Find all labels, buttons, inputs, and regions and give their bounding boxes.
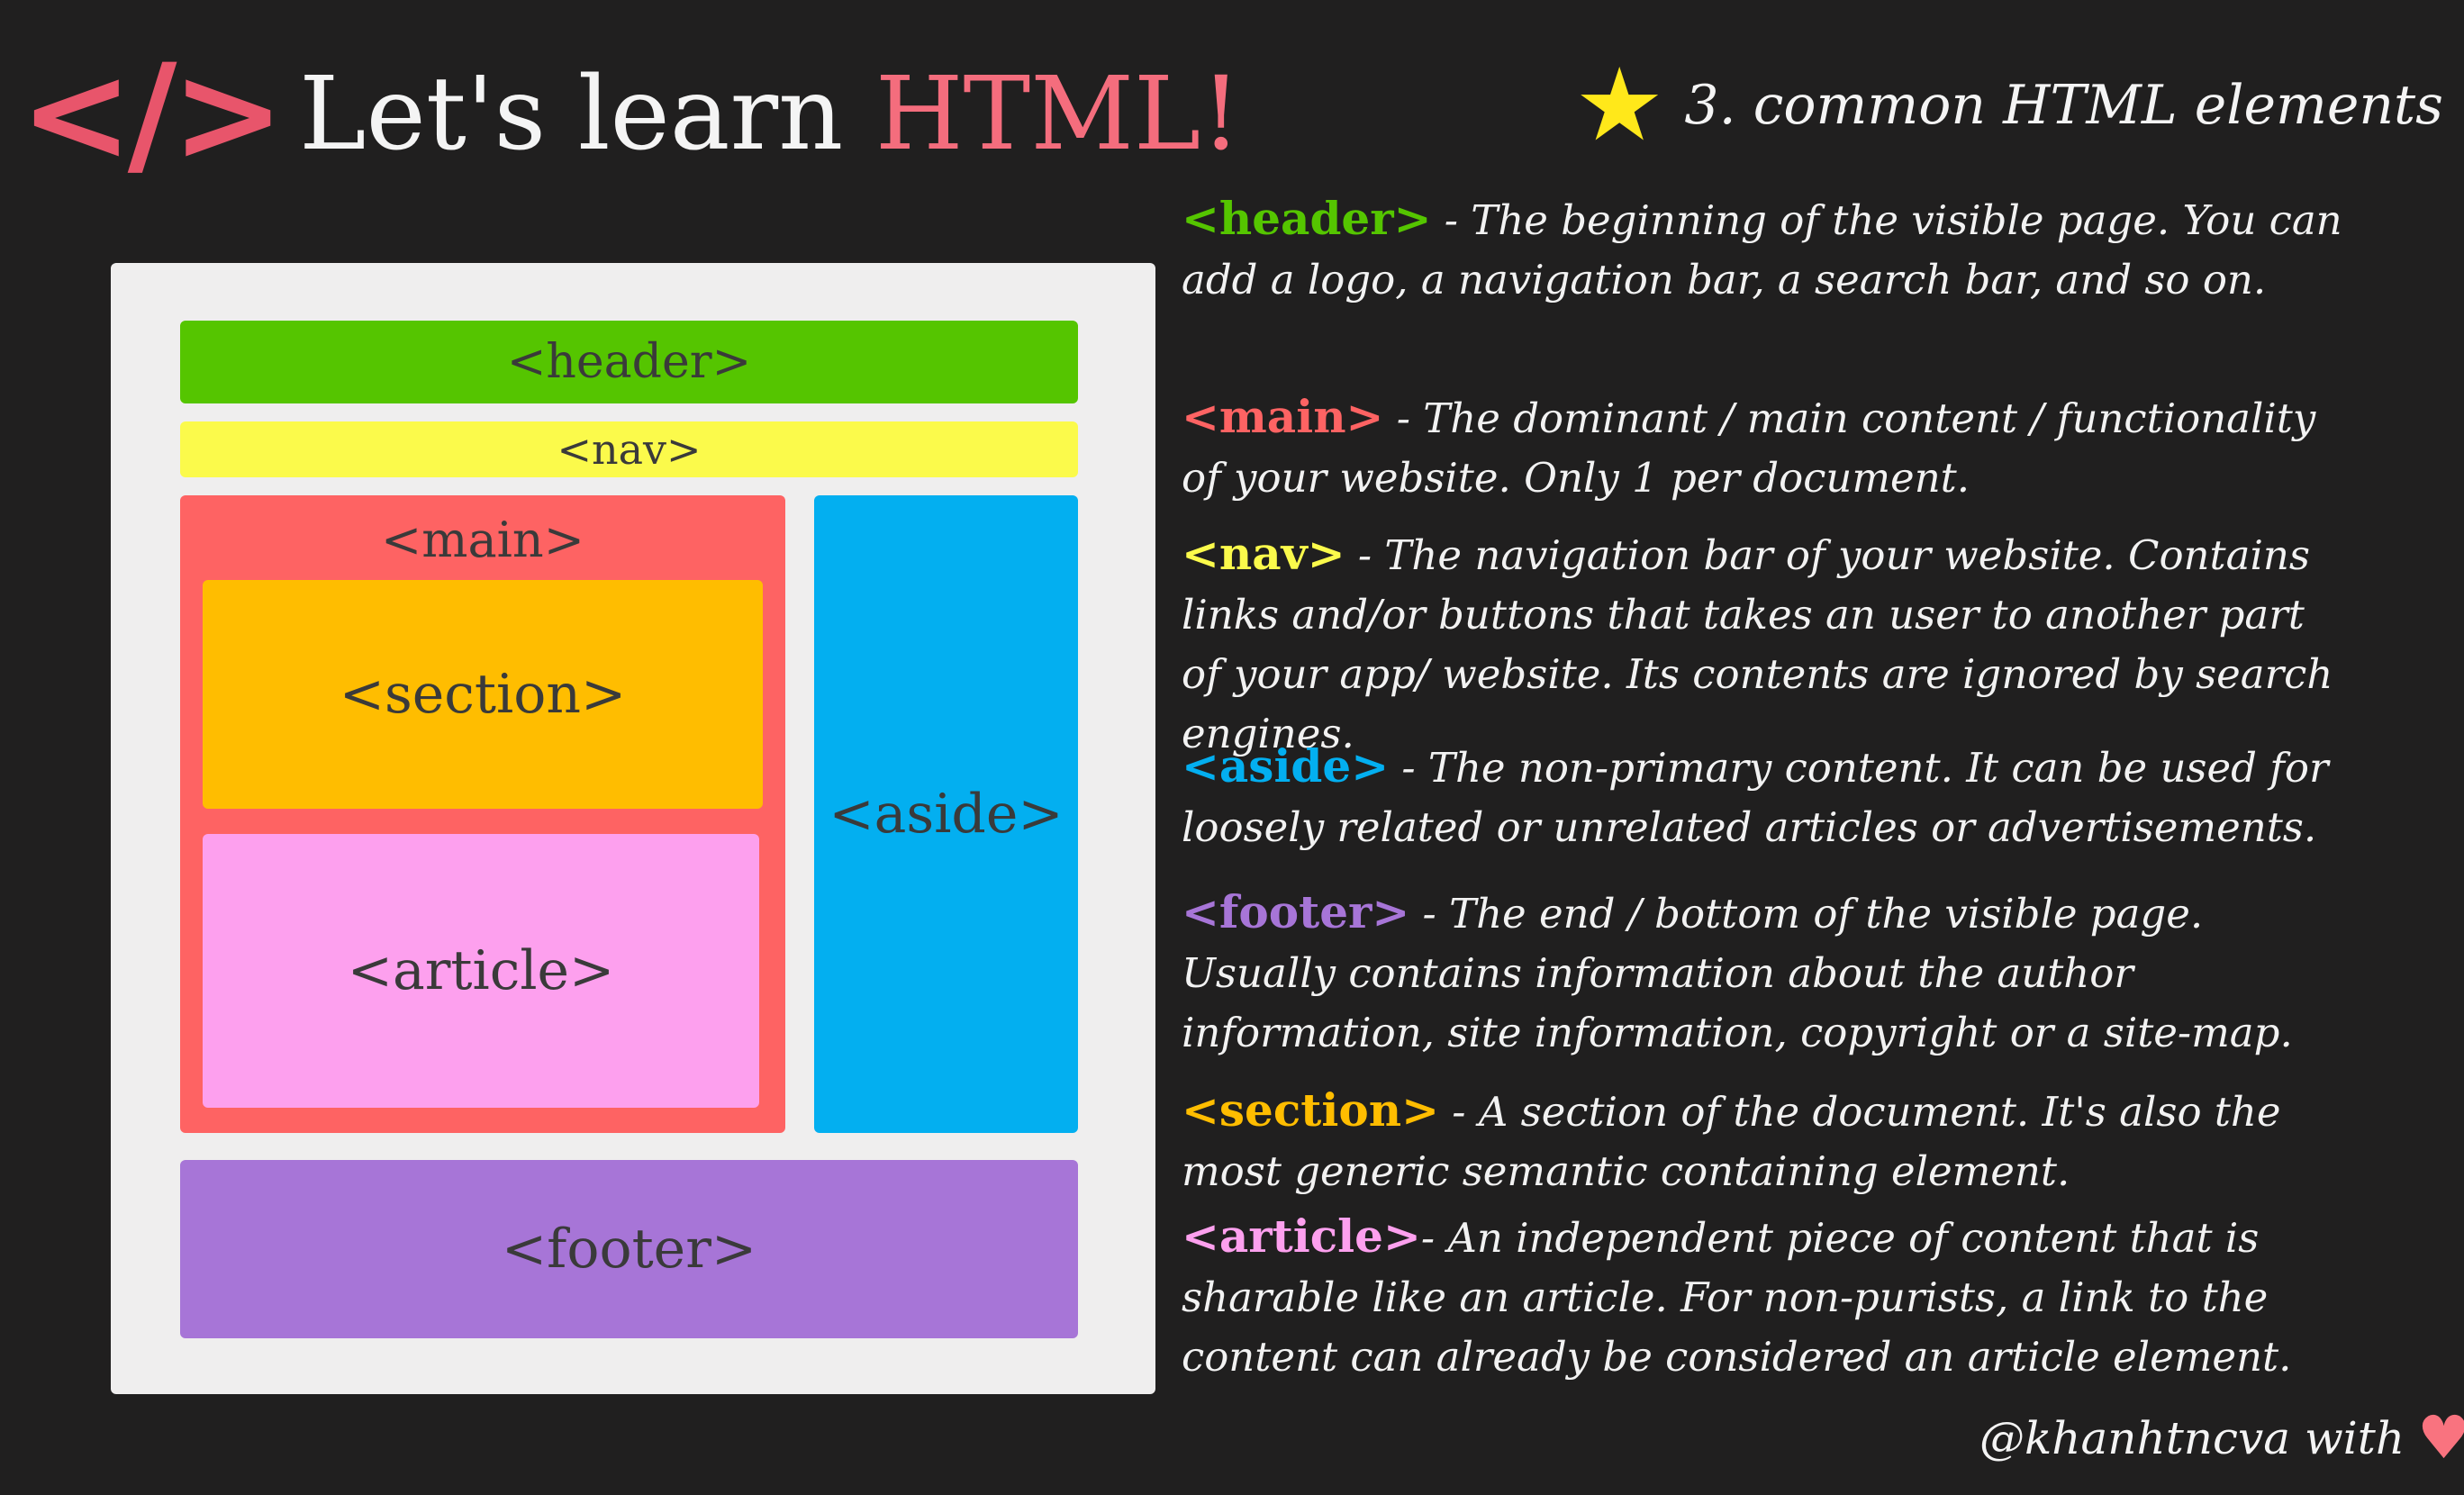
subtitle: ★ 3. common HTML elements	[1574, 47, 2443, 164]
desc-tag-header: <header>	[1182, 192, 1432, 245]
title-highlight: HTML!	[874, 56, 1242, 173]
desc-main: <main> - The dominant / main content / f…	[1182, 387, 2343, 508]
footer-block: <footer>	[180, 1160, 1078, 1338]
desc-section: <section> - A section of the document. I…	[1182, 1081, 2343, 1201]
heart-icon: ♥	[2417, 1403, 2464, 1472]
desc-tag-footer: <footer>	[1182, 885, 1410, 938]
page-title: </> Let's learn HTML!	[20, 47, 1241, 182]
title-text: Let's learn HTML!	[299, 64, 1241, 165]
nav-block: <nav>	[180, 421, 1078, 477]
subtitle-text: 3. common HTML elements	[1684, 74, 2443, 137]
desc-tag-aside: <aside>	[1182, 739, 1390, 793]
desc-tag-main: <main>	[1182, 390, 1384, 443]
layout-diagram: <header> <nav> <main> <section> <article…	[111, 263, 1155, 1394]
desc-aside: <aside> - The non-primary content. It ca…	[1182, 737, 2343, 857]
header-block: <header>	[180, 321, 1078, 403]
article-block: <article>	[203, 834, 759, 1108]
signature-text: @khanhtncva with	[1979, 1412, 2405, 1464]
desc-article: <article>- An independent piece of conte…	[1182, 1207, 2343, 1387]
desc-tag-article: <article>	[1182, 1210, 1421, 1263]
desc-nav: <nav> - The navigation bar of your websi…	[1182, 524, 2343, 764]
code-brackets-icon: </>	[20, 36, 285, 193]
desc-text-nav: - The navigation bar of your website. Co…	[1182, 531, 2333, 757]
main-label: <main>	[381, 512, 584, 568]
desc-header: <header> - The beginning of the visible …	[1182, 189, 2343, 310]
star-icon: ★	[1574, 47, 1665, 164]
title-prefix: Let's learn	[299, 56, 875, 173]
section-block: <section>	[203, 580, 763, 809]
desc-footer: <footer> - The end / bottom of the visib…	[1182, 883, 2343, 1063]
desc-tag-section: <section>	[1182, 1083, 1439, 1137]
aside-block: <aside>	[814, 495, 1078, 1133]
signature: @khanhtncva with ♥	[1979, 1407, 2464, 1470]
desc-tag-nav: <nav>	[1182, 527, 1345, 580]
